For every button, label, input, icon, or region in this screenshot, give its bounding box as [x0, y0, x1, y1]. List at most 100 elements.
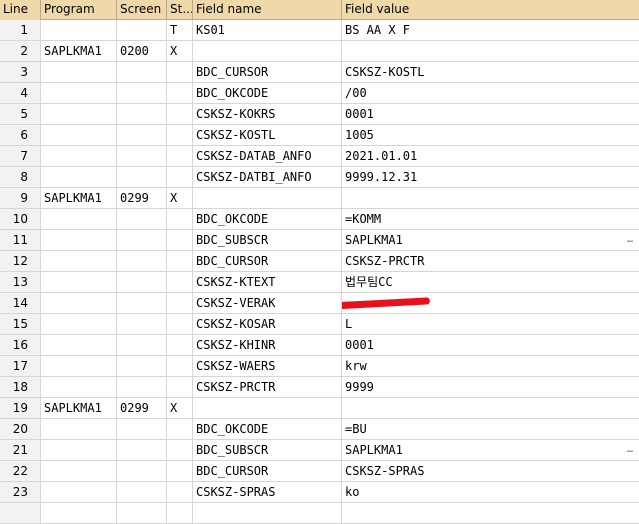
cell-program[interactable] — [41, 20, 117, 40]
cell-field-value[interactable]: 법무팀CC — [342, 272, 639, 292]
table-row[interactable]: 9 SAPLKMA1 0299 X — [0, 188, 639, 209]
cell-field-name[interactable]: BDC_CURSOR — [193, 62, 342, 82]
cell-screen[interactable] — [117, 314, 167, 334]
cell-start[interactable] — [167, 62, 193, 82]
cell-program[interactable] — [41, 125, 117, 145]
column-header-field-value[interactable]: Field value — [342, 0, 639, 20]
cell-program[interactable] — [41, 377, 117, 397]
cell-start[interactable] — [167, 293, 193, 313]
cell-field-name[interactable] — [193, 398, 342, 418]
cell-field-name[interactable] — [193, 188, 342, 208]
cell-field-value[interactable]: BS AA X F — [342, 20, 639, 40]
cell-field-value[interactable]: /00 — [342, 83, 639, 103]
table-row[interactable]: 13 CSKSZ-KTEXT 법무팀CC — [0, 272, 639, 293]
cell-program[interactable] — [41, 419, 117, 439]
table-row[interactable]: 16 CSKSZ-KHINR 0001 — [0, 335, 639, 356]
cell-start[interactable] — [167, 251, 193, 271]
cell-field-value[interactable] — [342, 188, 639, 208]
table-row[interactable]: 7 CSKSZ-DATAB_ANFO 2021.01.01 — [0, 146, 639, 167]
cell-field-name[interactable]: CSKSZ-SPRAS — [193, 482, 342, 502]
table-row[interactable]: 11 BDC_SUBSCR SAPLKMA1… — [0, 230, 639, 251]
cell-field-value[interactable]: ko — [342, 482, 639, 502]
cell-start[interactable]: X — [167, 398, 193, 418]
column-header-line[interactable]: Line — [0, 0, 41, 20]
cell-field-value[interactable]: SAPLKMA1… — [342, 230, 639, 250]
cell-screen[interactable] — [117, 251, 167, 271]
cell-program[interactable] — [41, 503, 117, 523]
cell-program[interactable]: SAPLKMA1 — [41, 398, 117, 418]
cell-program[interactable] — [41, 356, 117, 376]
cell-field-value[interactable] — [342, 293, 639, 313]
cell-field-value[interactable]: CSKSZ-KOSTL — [342, 62, 639, 82]
cell-screen[interactable] — [117, 503, 167, 523]
cell-screen[interactable] — [117, 209, 167, 229]
table-row[interactable]: 22 BDC_CURSOR CSKSZ-SPRAS — [0, 461, 639, 482]
cell-field-value[interactable]: L — [342, 314, 639, 334]
column-header-program[interactable]: Program — [41, 0, 117, 20]
cell-program[interactable] — [41, 146, 117, 166]
cell-start[interactable] — [167, 167, 193, 187]
cell-start[interactable]: X — [167, 188, 193, 208]
cell-screen[interactable] — [117, 272, 167, 292]
cell-program[interactable]: SAPLKMA1 — [41, 188, 117, 208]
cell-screen[interactable] — [117, 293, 167, 313]
cell-screen[interactable] — [117, 20, 167, 40]
cell-program[interactable] — [41, 440, 117, 460]
cell-program[interactable] — [41, 482, 117, 502]
cell-program[interactable] — [41, 62, 117, 82]
table-row[interactable]: 21 BDC_SUBSCR SAPLKMA1… — [0, 440, 639, 461]
table-row[interactable]: 14 CSKSZ-VERAK — [0, 293, 639, 314]
cell-start[interactable] — [167, 503, 193, 523]
cell-field-value[interactable]: CSKSZ-SPRAS — [342, 461, 639, 481]
cell-screen[interactable] — [117, 146, 167, 166]
table-row[interactable]: 10 BDC_OKCODE =KOMM — [0, 209, 639, 230]
cell-field-name[interactable]: KS01 — [193, 20, 342, 40]
cell-field-value[interactable] — [342, 41, 639, 61]
cell-field-name[interactable]: CSKSZ-DATBI_ANFO — [193, 167, 342, 187]
table-row[interactable]: 19 SAPLKMA1 0299 X — [0, 398, 639, 419]
cell-field-name[interactable]: CSKSZ-KOSTL — [193, 125, 342, 145]
table-row[interactable]: 12 BDC_CURSOR CSKSZ-PRCTR — [0, 251, 639, 272]
cell-field-value[interactable]: =KOMM — [342, 209, 639, 229]
cell-field-name[interactable]: CSKSZ-VERAK — [193, 293, 342, 313]
cell-field-name[interactable]: CSKSZ-KOKRS — [193, 104, 342, 124]
cell-field-value[interactable] — [342, 503, 639, 523]
cell-screen[interactable] — [117, 356, 167, 376]
cell-start[interactable] — [167, 461, 193, 481]
cell-start[interactable] — [167, 356, 193, 376]
cell-screen[interactable] — [117, 230, 167, 250]
column-header-field-name[interactable]: Field name — [193, 0, 342, 20]
table-row[interactable]: 23 CSKSZ-SPRAS ko — [0, 482, 639, 503]
table-row[interactable]: 2 SAPLKMA1 0200 X — [0, 41, 639, 62]
cell-field-value[interactable]: krw — [342, 356, 639, 376]
cell-field-name[interactable]: BDC_OKCODE — [193, 83, 342, 103]
cell-field-value[interactable]: 0001 — [342, 335, 639, 355]
cell-field-name[interactable]: BDC_SUBSCR — [193, 230, 342, 250]
cell-program[interactable]: SAPLKMA1 — [41, 41, 117, 61]
cell-screen[interactable]: 0299 — [117, 398, 167, 418]
cell-program[interactable] — [41, 251, 117, 271]
table-row[interactable]: 8 CSKSZ-DATBI_ANFO 9999.12.31 — [0, 167, 639, 188]
cell-field-value[interactable]: 9999.12.31 — [342, 167, 639, 187]
cell-field-value[interactable]: CSKSZ-PRCTR — [342, 251, 639, 271]
cell-screen[interactable] — [117, 419, 167, 439]
cell-screen[interactable]: 0299 — [117, 188, 167, 208]
cell-program[interactable] — [41, 314, 117, 334]
table-row[interactable]: 15 CSKSZ-KOSAR L — [0, 314, 639, 335]
cell-field-name[interactable]: CSKSZ-KTEXT — [193, 272, 342, 292]
cell-screen[interactable] — [117, 440, 167, 460]
cell-screen[interactable] — [117, 62, 167, 82]
cell-start[interactable] — [167, 272, 193, 292]
cell-start[interactable] — [167, 335, 193, 355]
cell-field-name[interactable] — [193, 41, 342, 61]
cell-start[interactable] — [167, 230, 193, 250]
cell-start[interactable] — [167, 377, 193, 397]
cell-start[interactable] — [167, 209, 193, 229]
cell-start[interactable] — [167, 125, 193, 145]
cell-field-name[interactable]: BDC_CURSOR — [193, 461, 342, 481]
cell-start[interactable] — [167, 104, 193, 124]
table-row[interactable]: 6 CSKSZ-KOSTL 1005 — [0, 125, 639, 146]
cell-field-value[interactable]: 2021.01.01 — [342, 146, 639, 166]
cell-program[interactable] — [41, 335, 117, 355]
cell-field-name[interactable]: CSKSZ-KHINR — [193, 335, 342, 355]
